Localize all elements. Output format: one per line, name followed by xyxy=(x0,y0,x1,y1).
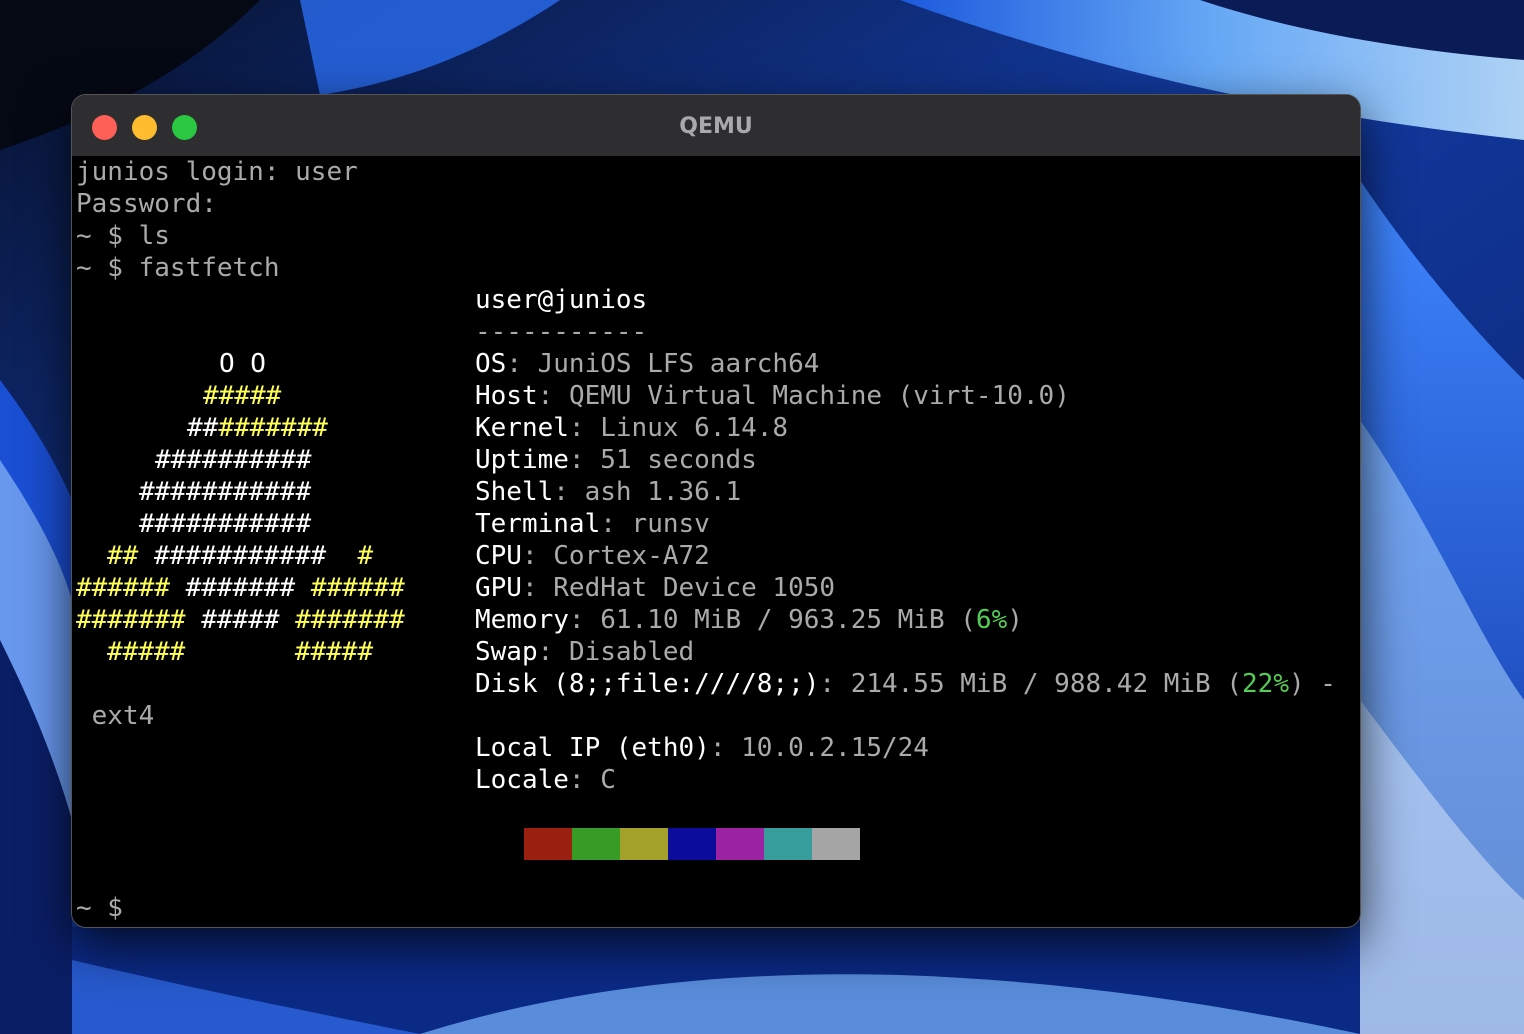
logo-line-4: ########## xyxy=(155,445,312,475)
palette-swatch xyxy=(524,828,572,860)
palette-swatch xyxy=(764,828,812,860)
logo-line-6: ########### xyxy=(139,509,312,539)
info-gpu: GPU: RedHat Device 1050 xyxy=(475,573,836,603)
palette-swatch xyxy=(812,828,860,860)
info-cpu: CPU: Cortex-A72 xyxy=(475,541,710,571)
logo-line-3: ######### xyxy=(187,413,328,443)
terminal-screen[interactable]: junios login: user Password: ~ $ ls ~ $ … xyxy=(72,156,1360,927)
info-memory: Memory: 61.10 MiB / 963.25 MiB (6%) xyxy=(475,605,1023,635)
palette-swatch xyxy=(620,828,668,860)
palette-swatch xyxy=(668,828,716,860)
command-ls-line: ~ $ ls xyxy=(76,221,170,251)
logo-line-2: ##### xyxy=(203,381,282,411)
palette-swatch xyxy=(716,828,764,860)
shell-prompt[interactable]: ~ $ xyxy=(76,892,123,924)
window-title: QEMU xyxy=(679,114,753,139)
user-host-header: user@junios xyxy=(475,285,648,315)
info-kernel: Kernel: Linux 6.14.8 xyxy=(475,413,789,443)
logo-line-1: O O xyxy=(219,349,266,379)
info-host: Host: QEMU Virtual Machine (virt-10.0) xyxy=(475,381,1070,411)
logo-line-10: ##### ##### xyxy=(107,637,374,667)
info-disk: Disk (8;;file:////8;;): 214.55 MiB / 988… xyxy=(475,669,1336,699)
logo-line-5: ########### xyxy=(139,477,312,507)
info-terminal: Terminal: runsv xyxy=(475,509,710,539)
info-locale: Locale: C xyxy=(475,765,616,795)
qemu-window[interactable]: QEMU junios login: user Password: ~ $ ls… xyxy=(72,95,1360,927)
command-fastfetch-line: ~ $ fastfetch xyxy=(76,253,280,283)
header-separator: ----------- xyxy=(475,317,648,347)
palette-swatch xyxy=(572,828,620,860)
logo-line-9: ####### ##### ####### xyxy=(76,605,405,635)
title-bar[interactable]: QEMU xyxy=(72,95,1360,156)
info-local-ip: Local IP (eth0): 10.0.2.15/24 xyxy=(475,733,929,763)
password-line: Password: xyxy=(76,189,217,219)
info-shell: Shell: ash 1.36.1 xyxy=(475,477,742,507)
disk-fs-wrap: ext4 xyxy=(76,701,155,731)
logo-line-8: ###### ####### ###### xyxy=(76,573,405,603)
info-swap: Swap: Disabled xyxy=(475,637,695,667)
info-uptime: Uptime: 51 seconds xyxy=(475,445,757,475)
info-os: OS: JuniOS LFS aarch64 xyxy=(475,349,820,379)
login-line: junios login: user xyxy=(76,157,358,187)
logo-line-7: ## ########### # xyxy=(107,541,374,571)
